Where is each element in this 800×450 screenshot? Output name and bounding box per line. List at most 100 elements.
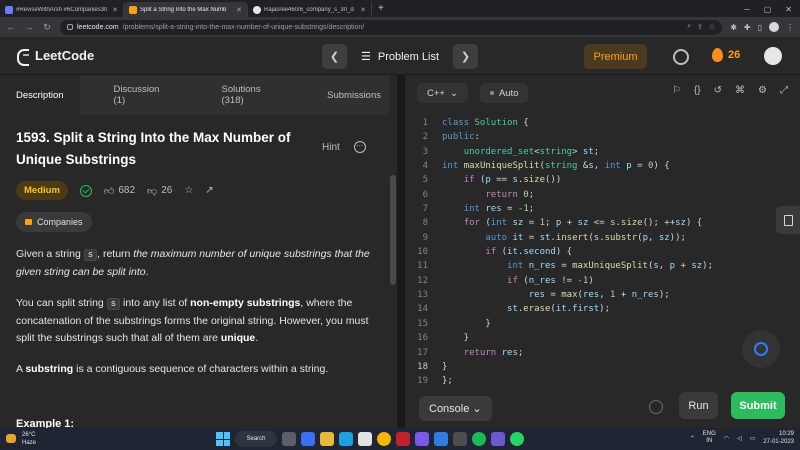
spotify-icon[interactable] (472, 432, 486, 446)
widgets-icon[interactable] (301, 432, 315, 446)
close-icon[interactable]: ✕ (112, 6, 118, 14)
app-icon[interactable] (491, 432, 505, 446)
battery-icon[interactable]: ▭ (750, 435, 756, 442)
console-button[interactable]: Console ⌄ (419, 395, 492, 421)
code-line[interactable]: 7 int res = -1; (405, 202, 800, 216)
code-line[interactable]: 12 if (n_res != -1) (405, 274, 800, 288)
code-line[interactable]: 1 class Solution { (405, 116, 800, 130)
clock[interactable]: 10:29 27-01-2023 (763, 430, 794, 446)
code-line[interactable]: 2 public: (405, 130, 800, 144)
browser-tab[interactable]: Rajasree460/6_company_s_30_d ✕ (248, 2, 372, 17)
more-options-icon[interactable]: ⋯ (353, 141, 366, 153)
maximize-icon[interactable]: ▢ (764, 5, 772, 14)
browser-tab-active[interactable]: Split a String Into the Max Numb ✕ (124, 2, 248, 17)
wifi-icon[interactable]: ◠ (724, 435, 729, 442)
terminal-icon[interactable] (453, 432, 467, 446)
run-button[interactable]: Run (679, 392, 718, 419)
problem-list-button[interactable]: ☰ Problem List (355, 50, 445, 64)
next-problem-button[interactable]: ❯ (453, 44, 479, 69)
leetcode-logo[interactable]: LeetCode (16, 48, 94, 66)
code-line[interactable]: 14 st.erase(it.first); (405, 302, 800, 316)
new-tab-button[interactable]: + (372, 2, 390, 17)
sidebar-icon[interactable]: ▯ (758, 23, 762, 32)
submit-button[interactable]: Submit (731, 392, 785, 419)
hint-button[interactable]: Hint (322, 142, 340, 153)
code-line[interactable]: 6 return 0; (405, 188, 800, 202)
code-line[interactable]: 15 } (405, 317, 800, 331)
companies-tag[interactable]: Companies (16, 212, 92, 232)
share-link-icon[interactable]: ↗ (205, 185, 213, 196)
profile-avatar[interactable] (769, 22, 779, 32)
pane-resize-handle[interactable] (397, 75, 405, 428)
code-line[interactable]: 11 int n_res = maxUniqueSplit(s, p + sz)… (405, 259, 800, 273)
store-icon[interactable] (358, 432, 372, 446)
reload-icon[interactable]: ↻ (42, 22, 52, 33)
language-select[interactable]: C++ ⌄ (417, 83, 468, 103)
braces-icon[interactable]: {} (694, 85, 701, 96)
edge-icon[interactable] (339, 432, 353, 446)
description-scrollbar[interactable] (389, 75, 397, 428)
extensions-puzzle-icon[interactable]: ✚ (744, 23, 751, 32)
code-line[interactable]: 10 if (it.second) { (405, 245, 800, 259)
url-input[interactable]: leetcode.com/problems/split-a-string-int… (60, 19, 723, 35)
code-line[interactable]: 5 if (p == s.size()) (405, 173, 800, 187)
tray-chevron-icon[interactable]: ⌃ (690, 435, 695, 442)
streak-counter[interactable]: 26 (712, 48, 740, 62)
code-line[interactable]: 8 for (int sz = 1; p + sz <= s.size(); +… (405, 216, 800, 230)
like-button[interactable]: 👍︎ 682 (104, 185, 135, 197)
code-line[interactable]: 13 res = max(res, 1 + n_res); (405, 288, 800, 302)
code-line[interactable]: 9 auto it = st.insert(s.substr(p, sz)); (405, 231, 800, 245)
task-view-icon[interactable] (282, 432, 296, 446)
feedback-button[interactable] (742, 330, 780, 368)
reset-icon[interactable]: ↺ (714, 85, 722, 96)
back-icon[interactable]: ← (6, 22, 16, 32)
weather-widget[interactable]: 26°C Haze (0, 431, 36, 447)
search-icon[interactable]: ⌕ (687, 23, 691, 31)
vscode-icon[interactable] (434, 432, 448, 446)
browser-tab[interactable]: #ReviseWithArsh #6Companies30 ✕ (0, 2, 124, 17)
settings-gear-icon[interactable]: ⚙ (758, 85, 767, 96)
fullscreen-icon[interactable]: ⤢ (780, 85, 788, 96)
extension-icon[interactable]: ✱ (730, 23, 737, 32)
file-explorer-icon[interactable] (320, 432, 334, 446)
language-indicator[interactable]: ENG IN (703, 431, 716, 445)
minimize-icon[interactable]: ─ (744, 5, 750, 14)
code-line[interactable]: 4 int maxUniqueSplit(string &s, int p = 0… (405, 159, 800, 173)
prev-problem-button[interactable]: ❮ (322, 44, 347, 69)
shortcuts-icon[interactable]: ⌘ (735, 85, 745, 96)
favorite-star-icon[interactable]: ☆ (184, 185, 193, 196)
taskbar-search[interactable]: Search (235, 431, 277, 447)
autocomplete-toggle[interactable]: Auto (479, 83, 529, 103)
whatsapp-icon[interactable] (510, 432, 524, 446)
forward-icon[interactable]: → (24, 22, 34, 32)
close-window-icon[interactable]: ✕ (785, 5, 792, 14)
code-area[interactable]: 1 class Solution {2 public: 3 unordered_set… (405, 116, 800, 389)
app-icon[interactable] (415, 432, 429, 446)
share-icon[interactable]: ⇪ (697, 23, 703, 31)
bookmark-icon[interactable]: ⚐ (672, 85, 681, 96)
dislike-button[interactable]: 👎︎ 26 (147, 185, 172, 197)
volume-icon[interactable]: ◁ (737, 435, 742, 442)
chrome-icon[interactable] (377, 432, 391, 446)
bookmark-star-icon[interactable]: ☆ (709, 23, 715, 31)
close-icon[interactable]: ✕ (236, 6, 242, 14)
code-line[interactable]: 17 return res; (405, 346, 800, 360)
code-line[interactable]: 19}; (405, 374, 800, 388)
start-windows-icon[interactable] (216, 432, 230, 446)
user-avatar[interactable] (764, 47, 782, 65)
notes-button[interactable] (776, 206, 800, 234)
code-line[interactable]: 3 unordered_set<string> st; (405, 145, 800, 159)
code-line[interactable]: 18} (405, 360, 800, 374)
scrollbar-thumb[interactable] (390, 175, 396, 285)
tab-description[interactable]: Description (0, 75, 80, 115)
close-icon[interactable]: ✕ (360, 6, 366, 14)
tab-submissions[interactable]: Submissions (311, 75, 397, 115)
tab-discussion[interactable]: Discussion (1) (98, 75, 190, 115)
mcafee-icon[interactable] (396, 432, 410, 446)
debugger-bug-icon[interactable] (649, 400, 663, 414)
premium-button[interactable]: Premium (584, 44, 647, 69)
timer-icon[interactable] (673, 49, 689, 65)
tab-solutions[interactable]: Solutions (318) (205, 75, 301, 115)
menu-kebab-icon[interactable]: ⋮ (786, 23, 794, 32)
code-line[interactable]: 16 } (405, 331, 800, 345)
